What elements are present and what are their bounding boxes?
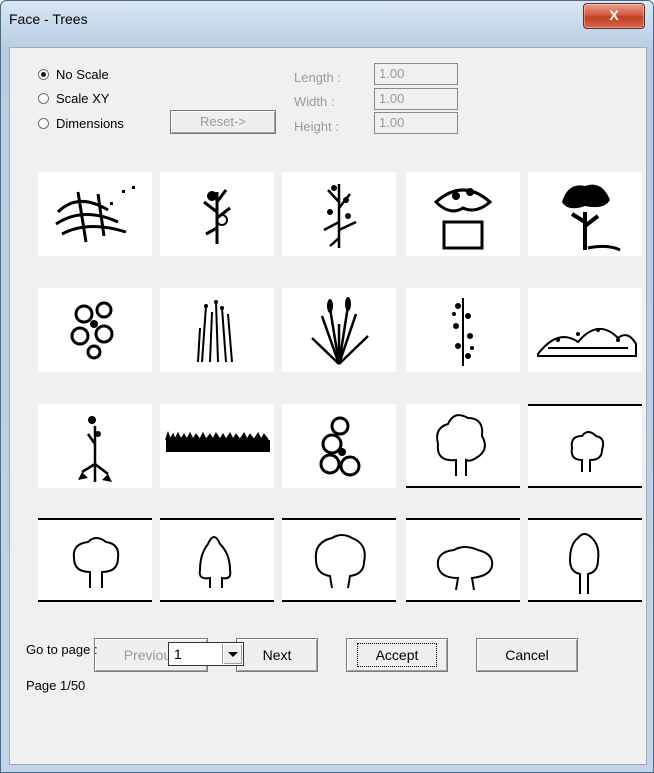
height-label: Height : xyxy=(294,119,339,134)
potted-plant-icon xyxy=(433,188,493,250)
goto-page-value: 1 xyxy=(174,646,182,662)
conical-tree-icon xyxy=(160,518,274,602)
grass-strip-icon xyxy=(165,430,270,452)
thumbnail-tile[interactable] xyxy=(528,518,642,602)
thumbnail-tile[interactable] xyxy=(160,288,274,372)
thumbnail-tile[interactable] xyxy=(406,518,520,602)
plant-sketch-icon xyxy=(55,186,135,243)
next-button[interactable]: Next xyxy=(236,638,318,672)
height-field[interactable]: 1.00 xyxy=(374,112,458,134)
thumbnail-tile[interactable] xyxy=(160,404,274,488)
thumbnail-tile[interactable] xyxy=(160,172,274,256)
thumbnail-tile[interactable] xyxy=(38,404,152,488)
hedge-icon xyxy=(537,328,637,357)
chevron-down-icon[interactable] xyxy=(222,644,242,664)
radio-dimensions-indicator[interactable] xyxy=(38,117,49,129)
thumbnail-tile[interactable] xyxy=(38,172,152,256)
narrow-tree-icon xyxy=(528,518,642,602)
width-label: Width : xyxy=(294,94,335,109)
thumbnail-tile[interactable] xyxy=(160,518,274,602)
dialog-body: No Scale Scale XY Dimensions Reset-> Len… xyxy=(9,47,647,765)
width-field[interactable]: 1.00 xyxy=(374,88,458,110)
thumbnail-tile[interactable] xyxy=(282,518,396,602)
page-status: Page 1/50 xyxy=(26,678,86,693)
grass-tuft-icon xyxy=(311,297,369,365)
thumbnail-tile[interactable] xyxy=(38,288,152,372)
title-bar: Face - Trees X xyxy=(1,1,653,37)
window-title: Face - Trees xyxy=(9,11,88,27)
accept-button[interactable]: Accept xyxy=(346,638,448,672)
thumbnail-tile[interactable] xyxy=(282,172,396,256)
reeds-icon xyxy=(197,300,233,363)
length-field[interactable]: 1.00 xyxy=(374,63,458,85)
hydrangea-icon xyxy=(319,416,361,477)
thumbnail-tile[interactable] xyxy=(528,404,642,488)
close-button[interactable]: X xyxy=(583,3,645,29)
tall-flower-icon xyxy=(323,184,357,248)
small-tree-icon xyxy=(528,404,642,488)
wide-tree-icon xyxy=(406,518,520,602)
round-tree-icon xyxy=(38,518,152,602)
radio-no-scale[interactable]: No Scale xyxy=(38,65,109,83)
thumbnail-tile[interactable] xyxy=(282,404,396,488)
flower-cluster-icon xyxy=(70,301,114,360)
thumbnail-tile[interactable] xyxy=(282,288,396,372)
climbing-plant-icon xyxy=(452,298,474,366)
radio-scale-xy-label: Scale XY xyxy=(56,90,110,106)
flower-stem-icon xyxy=(203,189,231,244)
thumbnail-tile[interactable] xyxy=(38,518,152,602)
thumbnail-tile[interactable] xyxy=(528,288,642,372)
goto-page-select[interactable]: 1 xyxy=(168,642,244,666)
accept-button-label: Accept xyxy=(356,643,438,667)
goto-page-label: Go to page : xyxy=(26,642,98,657)
broad-tree-icon xyxy=(282,518,396,602)
radio-no-scale-indicator[interactable] xyxy=(38,68,49,80)
single-flower-icon xyxy=(78,416,112,482)
thumbnail-tile[interactable] xyxy=(406,288,520,372)
radio-scale-xy[interactable]: Scale XY xyxy=(38,89,109,107)
radio-scale-xy-indicator[interactable] xyxy=(38,92,49,104)
thumbnail-tile[interactable] xyxy=(406,404,520,488)
radio-dimensions[interactable]: Dimensions xyxy=(38,114,124,132)
dialog-window: Face - Trees X No Scale Scale XY Dimensi… xyxy=(0,0,654,773)
thumbnail-tile[interactable] xyxy=(528,172,642,256)
thumbnail-tile[interactable] xyxy=(406,172,520,256)
tree-outline-icon xyxy=(406,414,520,488)
cancel-button[interactable]: Cancel xyxy=(476,638,578,672)
length-label: Length : xyxy=(294,70,341,85)
radio-dimensions-label: Dimensions xyxy=(56,115,124,131)
radio-no-scale-label: No Scale xyxy=(56,66,109,82)
bush-tree-icon xyxy=(562,184,621,252)
reset-button[interactable]: Reset-> xyxy=(170,110,276,134)
